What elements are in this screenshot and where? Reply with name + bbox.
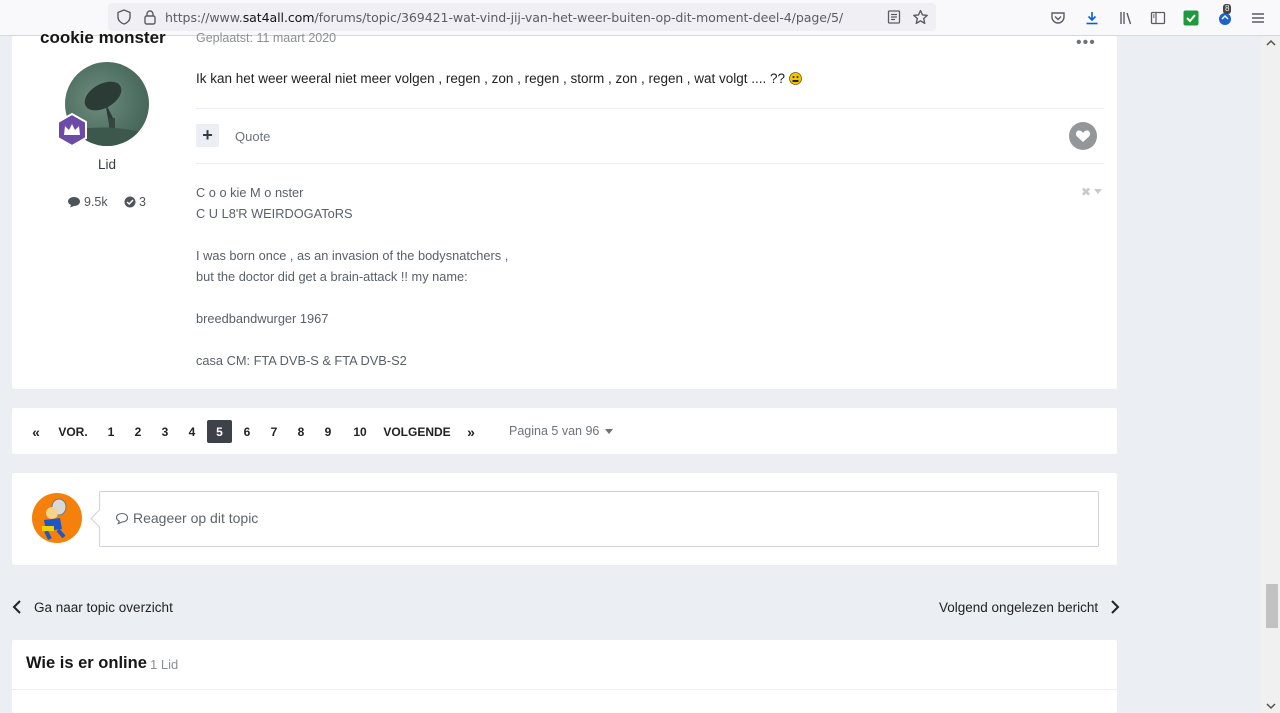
extension-badge: 8 xyxy=(1223,4,1232,14)
divider xyxy=(196,108,1104,109)
page-link[interactable]: 1 xyxy=(101,420,121,443)
page-link[interactable]: 2 xyxy=(128,420,148,443)
page-link[interactable]: 9 xyxy=(318,420,338,443)
divider xyxy=(196,163,1104,164)
comment-icon xyxy=(115,512,129,525)
rank-badge-icon xyxy=(55,112,89,148)
solutions-count: 3 xyxy=(139,195,146,209)
reader-view-icon[interactable] xyxy=(884,7,904,27)
post-card xyxy=(12,36,1117,389)
back-to-topics-link[interactable]: Ga naar topic overzicht xyxy=(12,599,173,615)
author-role: Lid xyxy=(98,157,117,172)
current-page[interactable]: 5 xyxy=(207,420,232,443)
post-body: Ik kan het weer weeral niet meer volgen … xyxy=(196,71,802,86)
page-link[interactable]: 4 xyxy=(182,420,202,443)
signature-line: C U L8'R WEIRDOGAToRS xyxy=(196,206,353,221)
shield-icon[interactable] xyxy=(114,7,134,27)
online-title: Wie is er online xyxy=(26,654,147,672)
page-link[interactable]: 8 xyxy=(291,420,311,443)
signature-line: I was born once , as an invasion of the … xyxy=(196,248,509,263)
chevron-down-icon xyxy=(605,428,614,434)
back-label: Ga naar topic overzicht xyxy=(34,599,173,615)
chevron-right-icon xyxy=(1111,600,1120,614)
posts-count: 9.5k xyxy=(84,195,108,209)
quote-button[interactable]: Quote xyxy=(235,129,270,144)
next-unread-link[interactable]: Volgend ongelezen bericht xyxy=(939,599,1120,615)
page-jump-dropdown[interactable]: Pagina 5 van 96 xyxy=(509,424,614,438)
solutions-stat: 3 xyxy=(124,195,146,209)
signature-line: breedbandwurger 1967 xyxy=(196,311,329,326)
check-circle-icon xyxy=(124,196,136,208)
like-heart-icon[interactable] xyxy=(1069,122,1097,150)
address-bar[interactable]: https://www.sat4all.com/forums/topic/369… xyxy=(108,3,936,31)
post-date[interactable]: Geplaatst: 11 maart 2020 xyxy=(196,31,336,45)
page-info: Pagina 5 van 96 xyxy=(509,424,600,438)
url-text[interactable]: https://www.sat4all.com/forums/topic/369… xyxy=(165,10,843,25)
page-link[interactable]: 10 xyxy=(348,420,372,443)
signature-line: C o o kie M o nster xyxy=(196,185,304,200)
more-options-icon[interactable]: ••• xyxy=(1076,34,1096,52)
hide-signature-icon[interactable]: ✖ xyxy=(1081,185,1103,199)
page-link[interactable]: 3 xyxy=(155,420,175,443)
online-card xyxy=(12,640,1117,713)
page-link[interactable]: 7 xyxy=(264,420,284,443)
posts-stat: 9.5k xyxy=(67,195,108,209)
page-link[interactable]: 6 xyxy=(237,420,257,443)
user-avatar[interactable] xyxy=(32,493,82,543)
scroll-down-icon[interactable] xyxy=(1266,702,1276,710)
chevron-left-icon xyxy=(12,600,21,614)
library-icon[interactable] xyxy=(1116,8,1136,28)
sidebar-icon[interactable] xyxy=(1148,8,1168,28)
downloads-icon[interactable] xyxy=(1082,8,1102,28)
next-unread-label: Volgend ongelezen bericht xyxy=(939,599,1099,615)
bookmark-star-icon[interactable] xyxy=(910,7,930,27)
prev-page-link[interactable]: VOR. xyxy=(56,420,90,443)
checkmark-extension-icon[interactable] xyxy=(1181,8,1201,28)
last-page-link[interactable]: » xyxy=(463,420,479,443)
online-count: 1 Lid xyxy=(150,657,179,672)
scroll-thumb[interactable] xyxy=(1266,584,1278,628)
emoji-icon xyxy=(788,72,802,85)
menu-icon[interactable] xyxy=(1248,8,1268,28)
lock-icon[interactable] xyxy=(140,7,160,27)
page-scrollbar[interactable] xyxy=(1262,36,1280,713)
post-text: Ik kan het weer weeral niet meer volgen … xyxy=(196,71,786,86)
first-page-link[interactable]: « xyxy=(28,420,44,443)
reply-placeholder[interactable]: Reageer op dit topic xyxy=(115,510,258,526)
scroll-up-icon[interactable] xyxy=(1266,39,1276,47)
signature-line: casa CM: FTA DVB-S & FTA DVB-S2 xyxy=(196,353,407,368)
browser-toolbar: https://www.sat4all.com/forums/topic/369… xyxy=(0,0,1280,36)
next-page-link[interactable]: VOLGENDE xyxy=(383,420,450,443)
divider xyxy=(12,689,1117,690)
post-author[interactable]: cookie monster xyxy=(40,28,166,48)
signature-line: but the doctor did get a brain-attack !!… xyxy=(196,269,468,284)
multiquote-button[interactable]: + xyxy=(196,124,219,147)
comment-icon xyxy=(68,197,80,208)
reply-placeholder-text: Reageer op dit topic xyxy=(133,510,259,526)
pocket-icon[interactable] xyxy=(1048,8,1068,28)
